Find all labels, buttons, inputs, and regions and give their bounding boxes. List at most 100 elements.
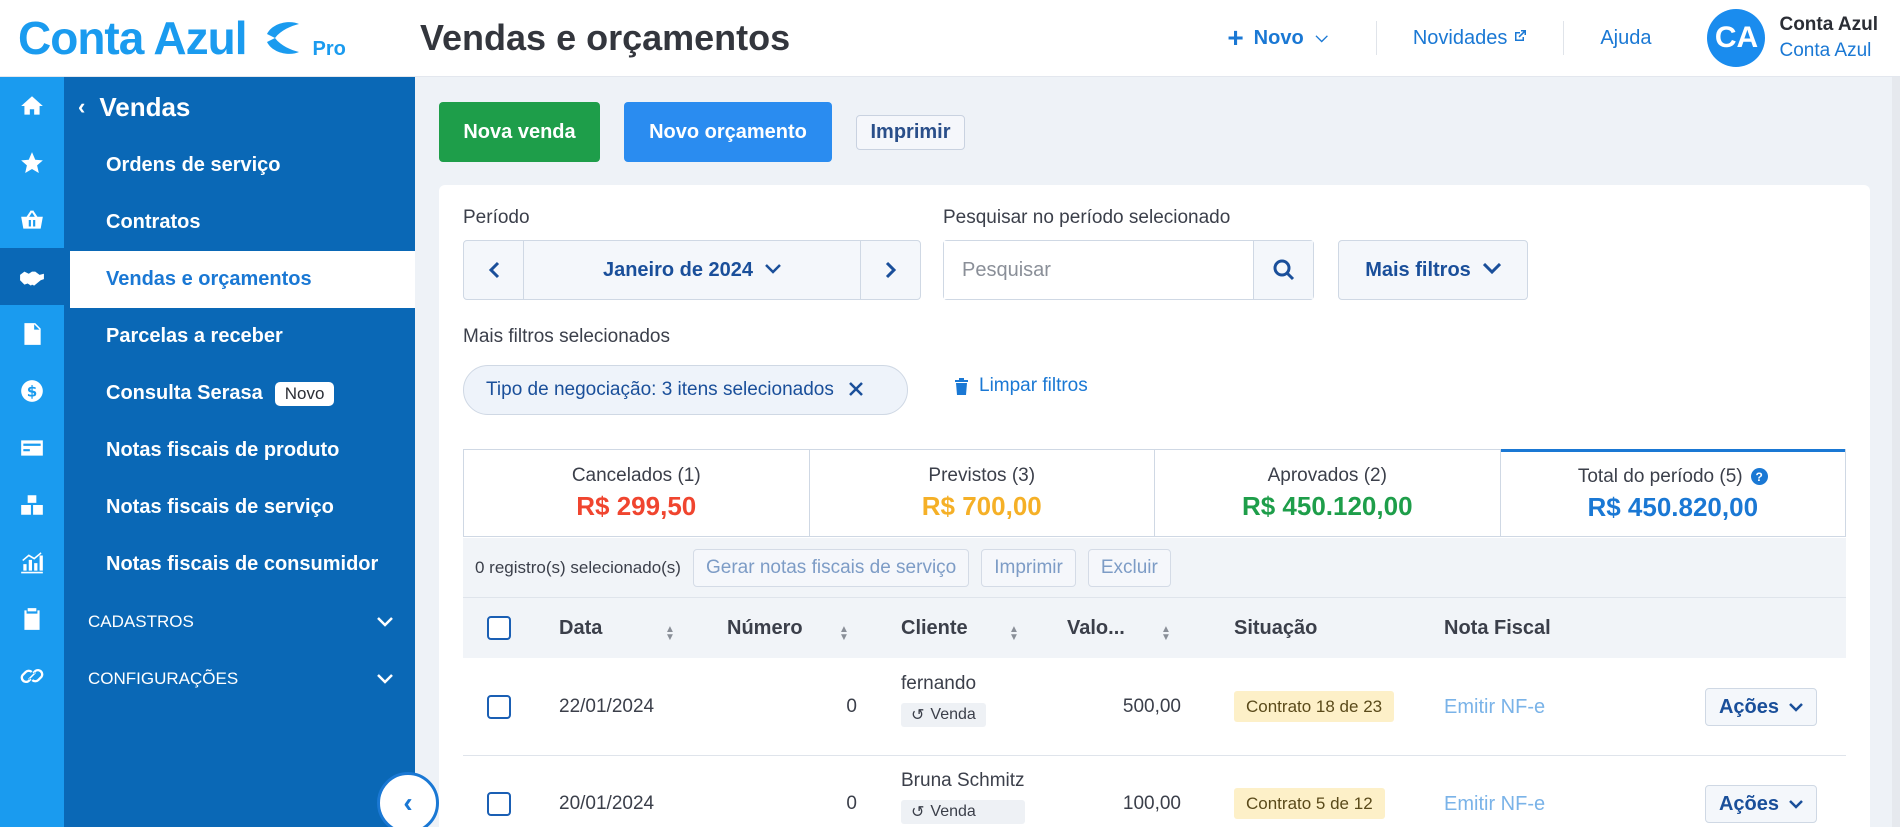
column-valor[interactable]: Valo...	[1067, 617, 1125, 640]
sidebar-item-label: Ordens de serviço	[106, 154, 281, 176]
sidebar-item-parcelas[interactable]: Parcelas a receber	[64, 308, 415, 365]
total-periodo[interactable]: Total do período (5)? R$ 450.820,00	[1500, 449, 1845, 536]
sidebar-item-nf-produto[interactable]: Notas fiscais de produto	[64, 422, 415, 479]
rail-inventory[interactable]	[0, 476, 64, 533]
sort-icon[interactable]: ▲ ▼	[1151, 615, 1171, 642]
user-org: Conta Azul	[1779, 40, 1872, 61]
status-badge: Contrato 5 de 12	[1234, 788, 1385, 819]
sidebar-item-serasa[interactable]: Consulta Serasa Novo	[64, 365, 415, 422]
chevron-down-icon	[377, 612, 393, 632]
total-previstos[interactable]: Previstos (3) R$ 700,00	[810, 450, 1155, 536]
chevron-down-icon: ⌵	[1315, 29, 1328, 46]
acoes-button[interactable]: Ações	[1705, 688, 1817, 726]
row-checkbox[interactable]	[487, 695, 511, 719]
column-cliente[interactable]: Cliente	[901, 617, 968, 640]
sort-icon[interactable]: ▲ ▼	[829, 615, 849, 642]
sidebar-item-ordens[interactable]: Ordens de serviço	[64, 137, 415, 194]
table-row[interactable]: 20/01/2024 0 Bruna Schmitz ↺ Venda 100,00…	[463, 756, 1846, 827]
column-numero[interactable]: Número	[727, 617, 803, 640]
row-client: Bruna Schmitz ↺ Venda	[901, 770, 1025, 824]
mais-filtros-button[interactable]: Mais filtros	[1338, 240, 1528, 300]
clipboard-icon	[24, 607, 40, 630]
sidebar-item-vendas[interactable]: Vendas e orçamentos	[70, 251, 415, 308]
help-icon[interactable]: ?	[1750, 468, 1768, 485]
acoes-label: Ações	[1718, 792, 1780, 815]
column-data[interactable]: Data	[559, 617, 602, 640]
rail-favorites[interactable]	[0, 134, 64, 191]
selected-count: 0 registro(s) selecionado(s)	[475, 557, 681, 577]
sidebar-item-nf-consumidor[interactable]: Notas fiscais de consumidor	[64, 536, 415, 593]
nova-venda-button[interactable]: Nova venda	[439, 102, 600, 162]
column-situacao: Situação	[1234, 617, 1317, 640]
chevron-down-icon	[1789, 796, 1803, 812]
periodo-label: Período	[463, 207, 530, 228]
basket-icon	[21, 209, 43, 229]
search-button[interactable]	[1253, 241, 1313, 299]
novidades-link[interactable]: Novidades	[1377, 27, 1564, 50]
rail-reports[interactable]	[0, 533, 64, 590]
svg-text:$: $	[27, 382, 38, 400]
sidebar-item-nf-servico[interactable]: Notas fiscais de serviço	[64, 479, 415, 536]
total-title: Previstos (3)	[928, 464, 1036, 486]
imprimir-button[interactable]: Imprimir	[856, 115, 965, 150]
rail-cards[interactable]	[0, 419, 64, 476]
period-selector: Janeiro de 2024	[463, 240, 921, 300]
search-input[interactable]	[944, 241, 1253, 299]
total-cancelados[interactable]: Cancelados (1) R$ 299,50	[464, 450, 810, 536]
status-badge: Contrato 18 de 23	[1234, 691, 1395, 722]
sales-card: Período Janeiro de 2024 Pesquisar no per…	[439, 185, 1870, 827]
rail-sales[interactable]	[0, 248, 64, 305]
sort-icon[interactable]: ▲ ▼	[655, 615, 675, 642]
rail-shop[interactable]	[0, 191, 64, 248]
gerar-notas-button[interactable]: Gerar notas fiscais de serviço	[692, 548, 970, 587]
sidebar-group-label: CADASTROS	[88, 611, 194, 631]
emitir-nfe-link[interactable]: Emitir NF-e	[1444, 696, 1545, 719]
user-menu[interactable]: CA Conta Azul Conta Azul	[1687, 9, 1900, 67]
rail-finance[interactable]: $	[0, 362, 64, 419]
rail-home[interactable]	[0, 77, 64, 134]
repeat-icon: ↺	[911, 707, 925, 724]
rail-tasks[interactable]	[0, 590, 64, 647]
total-title-wrap: Total do período (5)?	[1578, 466, 1768, 488]
ajuda-link[interactable]: Ajuda	[1564, 27, 1687, 50]
row-checkbox[interactable]	[487, 792, 511, 816]
sort-icon[interactable]: ▲ ▼	[999, 615, 1019, 642]
sidebar-group-configuracoes[interactable]: CONFIGURAÇÕES	[64, 650, 415, 707]
prev-period-button[interactable]	[464, 241, 524, 299]
next-period-button[interactable]	[860, 241, 920, 299]
chevron-down-icon	[1789, 699, 1803, 715]
period-totals: Cancelados (1) R$ 299,50 Previstos (3) R$ …	[463, 449, 1846, 537]
table-row[interactable]: 22/01/2024 0 fernando ↺ Venda 500,00 Cont…	[463, 659, 1846, 756]
sidebar-title: Vendas	[99, 91, 191, 122]
selected-filters-label: Mais filtros selecionados	[463, 326, 670, 347]
logo-badge: Pro	[312, 37, 346, 60]
rail-documents[interactable]	[0, 305, 64, 362]
sidebar-group-cadastros[interactable]: CADASTROS	[64, 593, 415, 650]
sidebar-item-label: Notas fiscais de consumidor	[106, 553, 379, 575]
rail-integrations[interactable]	[0, 647, 64, 704]
total-aprovados[interactable]: Aprovados (2) R$ 450.120,00	[1155, 450, 1501, 536]
emitir-nfe-link[interactable]: Emitir NF-e	[1444, 793, 1545, 816]
sidebar-nav: ‹ Vendas Ordens de serviço Contratos Ven…	[64, 77, 415, 827]
sidebar-item-label: Consulta Serasa	[106, 382, 263, 404]
total-value: R$ 700,00	[921, 490, 1042, 521]
acoes-button[interactable]: Ações	[1705, 785, 1817, 823]
new-badge: Novo	[274, 381, 335, 406]
period-dropdown[interactable]: Janeiro de 2024	[524, 241, 860, 299]
novo-button[interactable]: + Novo ⌵	[1227, 22, 1328, 54]
page-scrollbar[interactable]	[1892, 77, 1900, 827]
close-icon[interactable]	[848, 377, 864, 403]
select-all-checkbox[interactable]	[487, 616, 511, 640]
sidebar-item-label: Parcelas a receber	[106, 325, 283, 347]
novo-orcamento-button[interactable]: Novo orçamento	[624, 102, 832, 162]
bulk-excluir-button[interactable]: Excluir	[1087, 548, 1171, 587]
sidebar-back[interactable]: ‹ Vendas	[64, 77, 415, 137]
sidebar-item-contratos[interactable]: Contratos	[64, 194, 415, 251]
star-icon	[21, 151, 43, 173]
logo[interactable]: Conta Azul Pro	[18, 11, 388, 65]
bulk-imprimir-button[interactable]: Imprimir	[981, 548, 1076, 587]
user-name: Conta Azul	[1779, 14, 1878, 35]
total-value: R$ 299,50	[576, 490, 697, 521]
avatar: CA	[1707, 9, 1766, 67]
limpar-filtros-button[interactable]: Limpar filtros	[954, 375, 1088, 397]
